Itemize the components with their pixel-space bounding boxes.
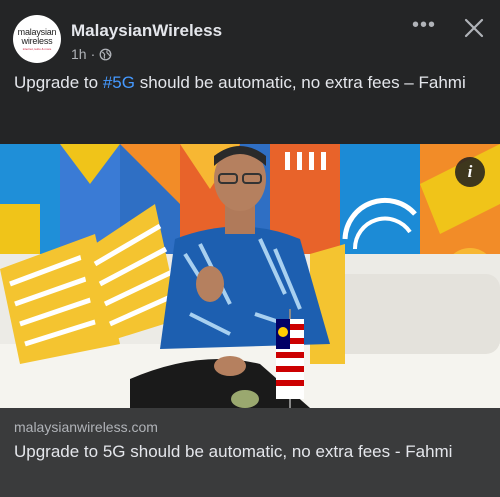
- caption-text: Upgrade to: [14, 73, 103, 92]
- caption-text: should be automatic, no extra fees – Fah…: [134, 73, 466, 92]
- meta-separator: ·: [90, 46, 96, 62]
- link-preview-card[interactable]: malaysianwireless.com Upgrade to 5G shou…: [0, 408, 500, 497]
- page-avatar[interactable]: malaysian wireless internet, telco & mor…: [13, 15, 61, 63]
- info-button[interactable]: i: [455, 157, 485, 187]
- link-title[interactable]: Upgrade to 5G should be automatic, no ex…: [14, 441, 484, 463]
- page-name-link[interactable]: MalaysianWireless: [71, 21, 222, 41]
- post-header: malaysian wireless internet, telco & mor…: [0, 0, 500, 64]
- link-domain: malaysianwireless.com: [14, 419, 158, 435]
- photo-illustration: [0, 144, 500, 408]
- post-meta: 1h ·: [71, 46, 112, 62]
- globe-icon: [99, 48, 112, 60]
- post-time[interactable]: 1h: [71, 46, 87, 62]
- more-options-button[interactable]: •••: [412, 15, 436, 38]
- post-card: malaysian wireless internet, telco & mor…: [0, 0, 500, 497]
- logo-text: wireless: [21, 35, 53, 46]
- post-caption: Upgrade to #5G should be automatic, no e…: [14, 72, 484, 94]
- close-icon[interactable]: [462, 16, 486, 40]
- hashtag-link[interactable]: #5G: [103, 73, 135, 92]
- logo-tagline: internet, telco & more: [22, 46, 52, 51]
- post-image[interactable]: [0, 144, 500, 408]
